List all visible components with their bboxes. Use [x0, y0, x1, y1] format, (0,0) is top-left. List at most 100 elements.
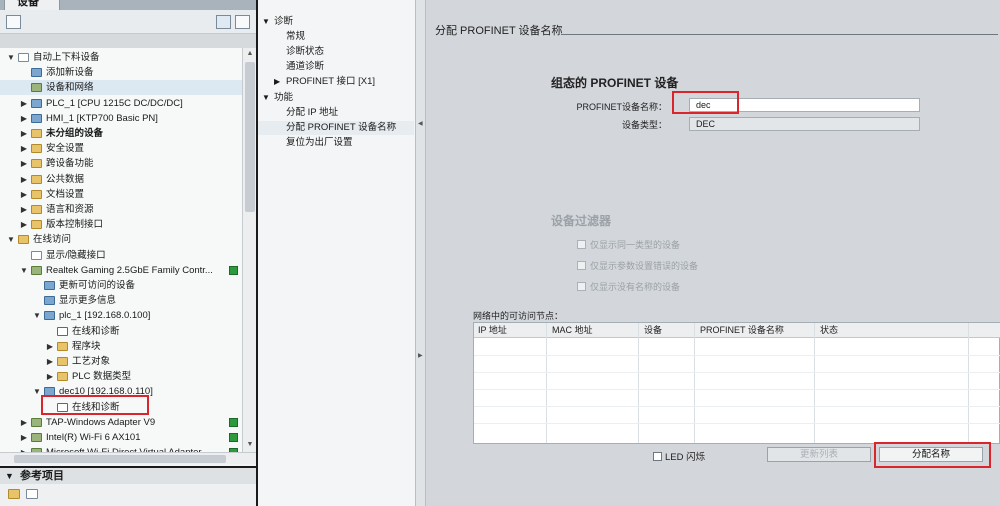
scroll-thumb[interactable]	[245, 62, 255, 212]
tree-item[interactable]: ▶ Intel(R) Wi-Fi 6 AX101	[0, 430, 242, 445]
filter-param-error-checkbox[interactable]: 仅显示参数设置错误的设备	[577, 259, 698, 272]
device-icon	[44, 296, 55, 306]
nav-item[interactable]: 分配 PROFINET 设备名称	[258, 121, 414, 135]
tree-item[interactable]: ▶ 公共数据	[0, 172, 242, 187]
tree-item[interactable]: ▶ 未分组的设备	[0, 126, 242, 141]
expand-right-icon[interactable]: ▶	[19, 187, 29, 202]
column-ip-address[interactable]: IP 地址	[474, 323, 507, 338]
nav-item[interactable]: ▼ 功能	[258, 91, 414, 105]
tree-item[interactable]: ▼ 自动上下料设备	[0, 50, 242, 65]
expand-down-icon[interactable]: ▼	[32, 308, 42, 323]
folder-icon	[31, 174, 42, 184]
tree-item[interactable]: ▼ dec10 [192.168.0.110]	[0, 384, 242, 399]
collapse-icon[interactable]	[6, 15, 21, 29]
nav-item[interactable]: ▼ 诊断	[258, 15, 414, 29]
tree-item[interactable]: ▶ PLC 数据类型	[0, 369, 242, 384]
tree-item[interactable]: ▶ 跨设备功能	[0, 156, 242, 171]
nav-item[interactable]: 复位为出厂设置	[258, 136, 414, 150]
tree-item[interactable]: ▼ plc_1 [192.168.0.100]	[0, 308, 242, 323]
tree-vertical-scrollbar[interactable]: ▲ ▼	[242, 48, 256, 452]
open-folder-icon[interactable]	[8, 489, 20, 499]
tree-item[interactable]: ▶ 文档设置	[0, 187, 242, 202]
overview-icon[interactable]	[216, 15, 231, 29]
tree-item[interactable]: ▼ Realtek Gaming 2.5GbE Family Contr...	[0, 263, 242, 278]
tree-item[interactable]: 更新可访问的设备	[0, 278, 242, 293]
refresh-list-button[interactable]: 更新列表	[767, 447, 871, 462]
folder-icon	[31, 220, 42, 230]
nav-item[interactable]: 诊断状态	[258, 45, 414, 59]
tree-item[interactable]: ▶ 语言和资源	[0, 202, 242, 217]
expand-right-icon[interactable]: ▶	[19, 111, 29, 126]
tree-horizontal-scrollbar[interactable]	[0, 452, 256, 464]
column-mac-address[interactable]: MAC 地址	[548, 323, 593, 338]
panel-splitter[interactable]: ◀ ▶	[416, 0, 426, 506]
tree-item[interactable]: 设备和网络	[0, 80, 242, 96]
tree-item[interactable]: ▶ TAP-Windows Adapter V9	[0, 415, 242, 430]
expand-right-icon[interactable]: ▶	[19, 96, 29, 111]
expand-down-icon[interactable]: ▼	[262, 91, 270, 105]
expand-right-icon[interactable]: ▶	[418, 352, 423, 359]
tree-item[interactable]: 在线和诊断	[0, 400, 242, 415]
tree-item[interactable]: ▶ Microsoft Wi-Fi Direct Virtual Adapter.…	[0, 445, 242, 452]
close-reference-icon[interactable]	[26, 489, 38, 499]
collapse-left-icon[interactable]: ◀	[418, 120, 423, 127]
tree-item[interactable]: 显示/隐藏接口	[0, 248, 242, 263]
network-view-icon[interactable]	[235, 15, 250, 29]
tree-item[interactable]: ▶ 程序块	[0, 339, 242, 354]
tab-devices[interactable]: 设备	[4, 0, 60, 10]
filter-same-type-checkbox[interactable]: 仅显示同一类型的设备	[577, 238, 680, 251]
column-profinet-name[interactable]: PROFINET 设备名称	[696, 323, 784, 338]
tree-item[interactable]: ▶ 安全设置	[0, 141, 242, 156]
expand-right-icon[interactable]: ▶	[19, 430, 29, 445]
nav-item-label: 功能	[274, 92, 294, 103]
expand-right-icon[interactable]: ▶	[19, 172, 29, 187]
tree-item[interactable]: 添加新设备	[0, 65, 242, 80]
device-name-field[interactable]: dec	[689, 98, 920, 112]
tree-item-label: PLC_1 [CPU 1215C DC/DC/DC]	[46, 97, 183, 109]
nav-item-label: 复位为出厂设置	[286, 137, 353, 148]
device-name-label: PROFINET设备名称	[576, 102, 658, 112]
device-icon	[31, 68, 42, 78]
tree-item-label: dec10 [192.168.0.110]	[59, 386, 153, 398]
nav-item[interactable]: ▶ PROFINET 接口 [X1]	[258, 75, 414, 89]
expand-right-icon[interactable]: ▶	[45, 339, 55, 354]
nav-item[interactable]: 分配 IP 地址	[258, 106, 414, 120]
filter-no-name-checkbox[interactable]: 仅显示没有名称的设备	[577, 280, 680, 293]
expand-down-icon[interactable]: ▼	[19, 263, 29, 278]
column-status[interactable]: 状态	[816, 323, 838, 338]
accessible-nodes-table[interactable]: IP 地址 MAC 地址 设备 PROFINET 设备名称 状态	[473, 322, 1000, 444]
expand-right-icon[interactable]: ▶	[19, 415, 29, 430]
expand-right-icon[interactable]: ▶	[19, 141, 29, 156]
nav-item[interactable]: 常规	[258, 30, 414, 44]
nav-item-label: 常规	[286, 31, 306, 42]
tree-item[interactable]: ▶ HMI_1 [KTP700 Basic PN]	[0, 111, 242, 126]
tree-item[interactable]: ▶ 工艺对象	[0, 354, 242, 369]
tree-item-label: 版本控制接口	[46, 219, 104, 231]
expand-down-icon[interactable]: ▼	[6, 232, 16, 247]
expand-right-icon[interactable]: ▶	[274, 75, 280, 89]
expand-right-icon[interactable]: ▶	[19, 202, 29, 217]
tree-item[interactable]: ▶ PLC_1 [CPU 1215C DC/DC/DC]	[0, 96, 242, 111]
hscroll-thumb[interactable]	[14, 455, 226, 463]
expand-down-icon[interactable]: ▼	[32, 384, 42, 399]
tree-item[interactable]: ▶ 版本控制接口	[0, 217, 242, 232]
led-blink-checkbox[interactable]: LED 闪烁	[653, 449, 705, 463]
expand-down-icon[interactable]: ▼	[6, 50, 16, 65]
expand-right-icon[interactable]: ▶	[19, 217, 29, 232]
expand-right-icon[interactable]: ▶	[45, 354, 55, 369]
tree-item[interactable]: 显示更多信息	[0, 293, 242, 308]
expand-right-icon[interactable]: ▶	[19, 126, 29, 141]
reference-projects-header[interactable]: ▼ 参考项目	[0, 466, 256, 484]
tree-item[interactable]: 在线和诊断	[0, 324, 242, 339]
tree-item-label: 设备和网络	[46, 82, 94, 94]
expand-right-icon[interactable]: ▶	[19, 156, 29, 171]
column-device[interactable]: 设备	[640, 323, 662, 338]
expand-right-icon[interactable]: ▶	[19, 445, 29, 452]
expand-right-icon[interactable]: ▶	[45, 369, 55, 384]
scroll-down-icon[interactable]: ▼	[245, 440, 255, 450]
tree-item[interactable]: ▼ 在线访问	[0, 232, 242, 247]
nav-item[interactable]: 通道诊断	[258, 60, 414, 74]
assign-name-button[interactable]: 分配名称	[879, 447, 983, 462]
scroll-up-icon[interactable]: ▲	[245, 49, 255, 59]
expand-down-icon[interactable]: ▼	[262, 15, 270, 29]
